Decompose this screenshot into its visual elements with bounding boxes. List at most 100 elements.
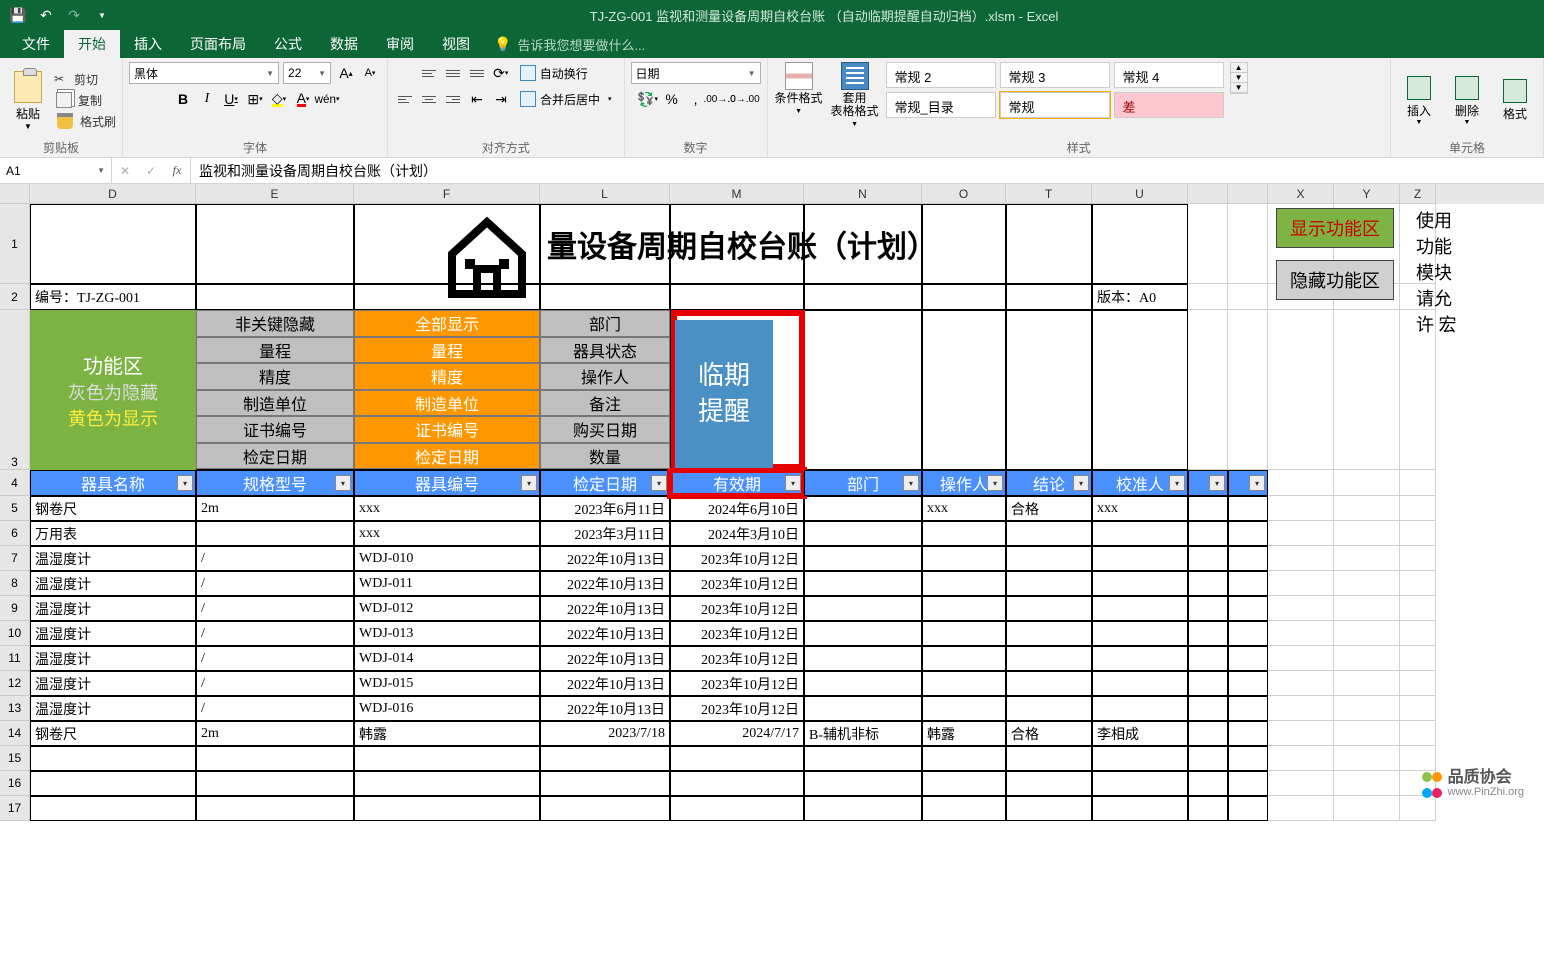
col-header[interactable]: Z <box>1400 184 1436 204</box>
col-header[interactable]: Y <box>1334 184 1400 204</box>
cell-dept[interactable] <box>804 621 922 646</box>
cell-op[interactable] <box>922 521 1006 546</box>
cell-res[interactable]: 合格 <box>1006 721 1092 746</box>
cell-dept[interactable] <box>804 596 922 621</box>
cell-cal[interactable] <box>1092 671 1188 696</box>
cell-spec[interactable]: / <box>196 671 354 696</box>
cell-res[interactable] <box>1006 571 1092 596</box>
cell-cal[interactable] <box>1092 546 1188 571</box>
currency-button[interactable]: 💱▾ <box>637 88 659 110</box>
func-btn[interactable]: 证书编号 <box>196 416 354 443</box>
cell-dept[interactable] <box>804 671 922 696</box>
increase-indent-button[interactable]: ⇥ <box>490 88 512 110</box>
row-header[interactable]: 4 <box>0 470 30 496</box>
border-button[interactable]: ⊞▾ <box>244 88 266 110</box>
hdr-cal[interactable]: 校准人▾ <box>1092 470 1188 496</box>
cell-valid[interactable]: 2024年6月10日 <box>670 496 804 521</box>
cell-valid[interactable]: 2024年3月10日 <box>670 521 804 546</box>
cell-check[interactable]: 2023/7/18 <box>540 721 670 746</box>
style-normal2[interactable]: 常规 2 <box>886 62 996 88</box>
cell-code[interactable]: WDJ-015 <box>354 671 540 696</box>
cell-cal[interactable] <box>1092 646 1188 671</box>
cell-res[interactable] <box>1006 596 1092 621</box>
bold-button[interactable]: B <box>172 88 194 110</box>
qat-more-icon[interactable]: ▼ <box>92 5 112 25</box>
func-btn[interactable]: 操作人 <box>540 363 670 390</box>
func-btn[interactable]: 器具状态 <box>540 337 670 364</box>
align-left-button[interactable] <box>394 88 416 110</box>
cell-op[interactable] <box>922 621 1006 646</box>
align-middle-button[interactable] <box>442 62 464 84</box>
underline-button[interactable]: U▾ <box>220 88 242 110</box>
hdr-code[interactable]: 器具编号▾ <box>354 470 540 496</box>
col-header[interactable]: O <box>922 184 1006 204</box>
cell-spec[interactable] <box>196 521 354 546</box>
style-normal[interactable]: 常规 <box>1000 92 1110 118</box>
cell-name[interactable]: 温湿度计 <box>30 621 196 646</box>
format-painter-button[interactable]: 格式刷 <box>54 112 116 130</box>
row-header[interactable]: 9 <box>0 596 30 621</box>
decrease-font-button[interactable]: A▾ <box>359 62 381 84</box>
cell-spec[interactable]: / <box>196 546 354 571</box>
cell-dept[interactable] <box>804 571 922 596</box>
cell-valid[interactable]: 2024/7/17 <box>670 721 804 746</box>
format-as-table-button[interactable]: 套用 表格格式▼ <box>830 62 880 131</box>
cell-valid[interactable]: 2023年10月12日 <box>670 546 804 571</box>
style-normal3[interactable]: 常规 3 <box>1000 62 1110 88</box>
cell-cal[interactable]: 李相成 <box>1092 721 1188 746</box>
cell-code[interactable]: WDJ-010 <box>354 546 540 571</box>
row-header[interactable]: 6 <box>0 521 30 546</box>
cell-check[interactable]: 2022年10月13日 <box>540 621 670 646</box>
row-header[interactable]: 14 <box>0 721 30 746</box>
cell-res[interactable] <box>1006 671 1092 696</box>
cell-op[interactable]: 韩露 <box>922 721 1006 746</box>
tell-me[interactable]: 💡 告诉我您想要做什么... <box>494 30 645 58</box>
gallery-more-button[interactable]: ▼ <box>1231 83 1247 93</box>
cell-spec[interactable]: / <box>196 646 354 671</box>
tab-home[interactable]: 开始 <box>64 30 120 58</box>
cell-op[interactable] <box>922 696 1006 721</box>
cell-valid[interactable]: 2023年10月12日 <box>670 696 804 721</box>
version-cell[interactable]: 版本：A0 <box>1092 284 1188 310</box>
filter-icon[interactable]: ▾ <box>177 475 193 491</box>
filter-icon[interactable]: ▾ <box>335 475 351 491</box>
filter-icon[interactable]: ▾ <box>651 475 667 491</box>
name-box[interactable]: A1▼ <box>0 158 112 183</box>
cell-spec[interactable]: / <box>196 696 354 721</box>
style-normal-toc[interactable]: 常规_目录 <box>886 92 996 118</box>
row-header[interactable]: 3 <box>0 310 30 470</box>
tab-data[interactable]: 数据 <box>316 30 372 58</box>
merge-center-button[interactable]: 合并后居中▾ <box>514 88 618 110</box>
italic-button[interactable]: I <box>196 88 218 110</box>
cell-code[interactable]: xxx <box>354 521 540 546</box>
cell-spec[interactable]: 2m <box>196 496 354 521</box>
cell-res[interactable] <box>1006 646 1092 671</box>
number-format-combo[interactable]: 日期▼ <box>631 62 761 84</box>
func-btn[interactable]: 全部显示 <box>354 310 540 337</box>
style-bad[interactable]: 差 <box>1114 92 1224 118</box>
show-func-button[interactable]: 显示功能区 <box>1276 208 1394 248</box>
cell-op[interactable] <box>922 546 1006 571</box>
cell-name[interactable]: 钢卷尺 <box>30 721 196 746</box>
cell-name[interactable]: 温湿度计 <box>30 671 196 696</box>
func-btn[interactable]: 量程 <box>196 337 354 364</box>
col-header[interactable]: N <box>804 184 922 204</box>
insert-cells-button[interactable]: 插入▼ <box>1397 76 1441 126</box>
cell-check[interactable]: 2022年10月13日 <box>540 596 670 621</box>
phonetic-button[interactable]: wén▾ <box>316 88 338 110</box>
cell-valid[interactable]: 2023年10月12日 <box>670 571 804 596</box>
col-header[interactable]: E <box>196 184 354 204</box>
enter-formula-button[interactable]: ✓ <box>138 158 164 183</box>
func-btn[interactable]: 量程 <box>354 337 540 364</box>
cell-spec[interactable]: / <box>196 596 354 621</box>
cell-dept[interactable] <box>804 696 922 721</box>
filter-icon[interactable]: ▾ <box>987 475 1003 491</box>
gallery-down-button[interactable]: ▼ <box>1231 73 1247 83</box>
cell-check[interactable]: 2022年10月13日 <box>540 671 670 696</box>
cell-name[interactable]: 万用表 <box>30 521 196 546</box>
hdr-dept[interactable]: 部门▾ <box>804 470 922 496</box>
cell-valid[interactable]: 2023年10月12日 <box>670 596 804 621</box>
func-btn[interactable]: 证书编号 <box>354 416 540 443</box>
filter-icon[interactable]: ▾ <box>1169 475 1185 491</box>
cell-check[interactable]: 2022年10月13日 <box>540 546 670 571</box>
